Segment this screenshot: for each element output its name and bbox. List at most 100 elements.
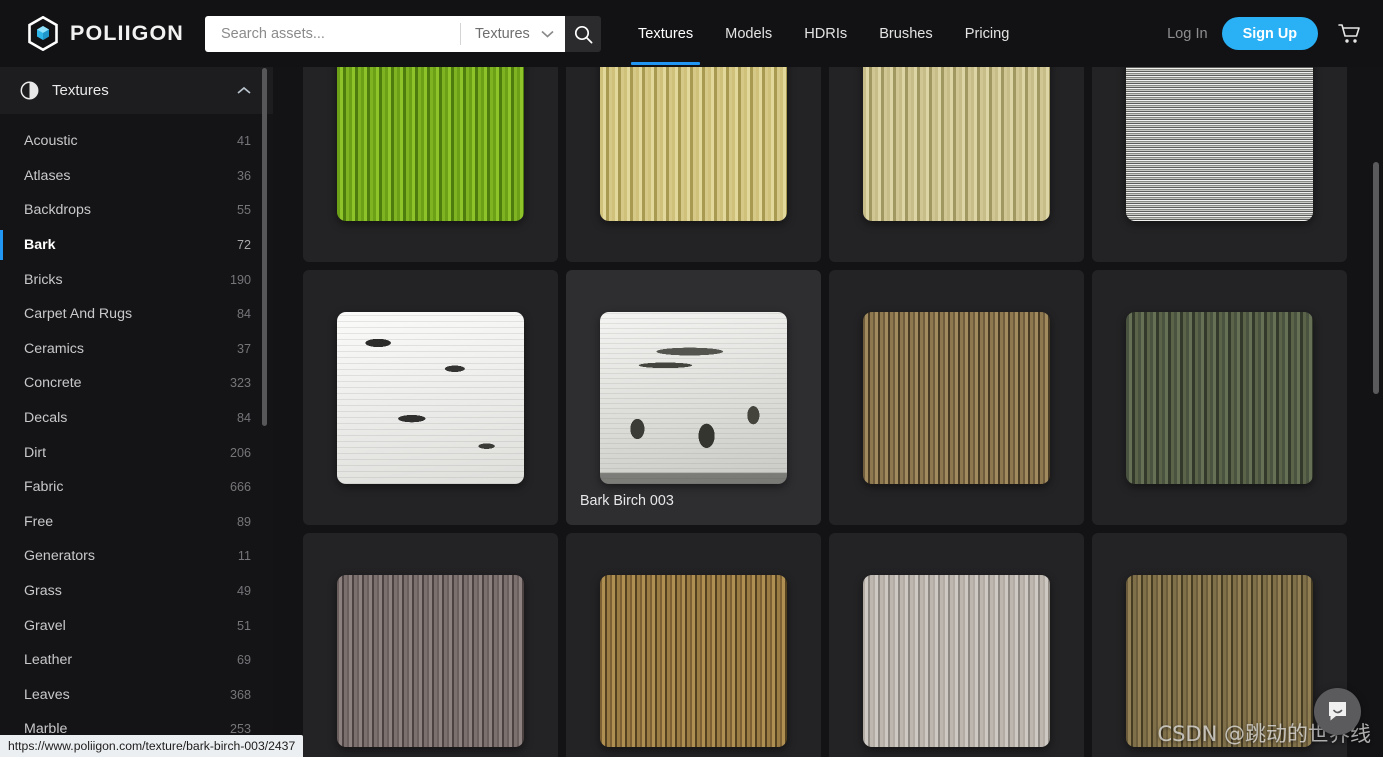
asset-thumbnail (600, 575, 787, 747)
search-input[interactable] (205, 17, 460, 51)
sidebar-item-label: Generators (24, 548, 95, 565)
main-nav: Textures Models HDRIs Brushes Pricing (622, 0, 1025, 67)
nav-label: Models (725, 25, 773, 42)
nav-item-pricing[interactable]: Pricing (949, 0, 1026, 67)
search-category-select[interactable]: Textures (461, 16, 554, 52)
asset-card[interactable] (566, 67, 821, 262)
sidebar-item-concrete[interactable]: Concrete 323 (0, 366, 273, 401)
sidebar-item-count: 666 (229, 480, 251, 495)
half-circle-icon (20, 81, 39, 100)
sidebar-item-label: Concrete (24, 375, 82, 392)
sidebar-item-count: 36 (236, 168, 251, 183)
shopping-cart-icon (1338, 23, 1360, 43)
asset-grid-panel: Bark Birch 003 (273, 67, 1383, 757)
sidebar-item-count: 84 (236, 307, 251, 322)
asset-thumbnail (1126, 312, 1313, 484)
sidebar-item-count: 89 (236, 514, 251, 529)
sidebar-item-decals[interactable]: Decals 84 (0, 401, 273, 436)
sidebar-item-count: 190 (229, 272, 251, 287)
asset-card[interactable] (1092, 533, 1347, 757)
asset-thumbnail (337, 67, 524, 221)
nav-item-models[interactable]: Models (709, 0, 788, 67)
asset-card[interactable] (303, 270, 558, 525)
sidebar-item-fabric[interactable]: Fabric 666 (0, 470, 273, 505)
sidebar-item-acoustic[interactable]: Acoustic 41 (0, 124, 273, 159)
sidebar-item-label: Acoustic (24, 133, 78, 150)
search-submit-button[interactable] (565, 16, 601, 52)
asset-card[interactable] (1092, 67, 1347, 262)
asset-thumbnail (863, 575, 1050, 747)
asset-thumbnail (863, 67, 1050, 221)
sidebar-scrollbar-thumb[interactable] (262, 68, 267, 426)
asset-card[interactable] (1092, 270, 1347, 525)
asset-card[interactable] (303, 533, 558, 757)
header-account-area: Log In Sign Up (1153, 0, 1361, 67)
sidebar-item-count: 41 (236, 134, 251, 149)
sidebar-item-count: 323 (229, 376, 251, 391)
cart-button[interactable] (1338, 23, 1361, 45)
sidebar-item-count: 206 (229, 445, 251, 460)
login-link[interactable]: Log In (1153, 26, 1222, 42)
sidebar-item-label: Free (24, 513, 54, 530)
asset-card[interactable] (303, 67, 558, 262)
sidebar-item-count: 11 (237, 549, 251, 564)
sidebar-item-leaves[interactable]: Leaves 368 (0, 678, 273, 713)
sidebar-item-free[interactable]: Free 89 (0, 505, 273, 540)
sidebar-item-label: Backdrops (24, 202, 92, 219)
asset-card-label: Bark Birch 003 (580, 493, 674, 509)
sidebar-item-label: Atlases (24, 167, 71, 184)
search-icon (574, 25, 592, 43)
asset-card[interactable]: Bark Birch 003 (566, 270, 821, 525)
chevron-down-icon (541, 30, 554, 38)
sidebar-item-count: 84 (236, 411, 251, 426)
asset-thumbnail (1126, 67, 1313, 221)
nav-item-textures[interactable]: Textures (622, 0, 709, 67)
sidebar-item-bark[interactable]: Bark 72 (0, 228, 273, 263)
sidebar-item-label: Dirt (24, 444, 47, 461)
sidebar-item-leather[interactable]: Leather 69 (0, 643, 273, 678)
nav-label: Textures (638, 25, 694, 42)
asset-thumbnail (863, 312, 1050, 484)
sidebar-item-dirt[interactable]: Dirt 206 (0, 435, 273, 470)
asset-card[interactable] (829, 270, 1084, 525)
asset-card[interactable] (829, 533, 1084, 757)
asset-thumbnail (600, 67, 787, 221)
sidebar-item-count: 37 (236, 341, 251, 356)
chat-bubble-smile-icon (1329, 702, 1346, 721)
asset-card[interactable] (566, 533, 821, 757)
sidebar-item-label: Gravel (24, 617, 66, 634)
sidebar-header-textures[interactable]: Textures (0, 67, 273, 114)
hexagon-cube-logo-icon (28, 16, 58, 51)
sidebar-item-count: 72 (236, 238, 251, 253)
nav-item-brushes[interactable]: Brushes (863, 0, 949, 67)
search-box: Textures (205, 16, 565, 52)
sidebar-item-label: Bricks (24, 271, 63, 288)
sidebar-item-label: Leaves (24, 686, 70, 703)
search-category-value: Textures (475, 26, 530, 42)
asset-thumbnail (1126, 575, 1313, 747)
nav-label: Pricing (964, 25, 1010, 42)
sidebar-item-backdrops[interactable]: Backdrops 55 (0, 193, 273, 228)
sidebar-item-bricks[interactable]: Bricks 190 (0, 262, 273, 297)
nav-label: HDRIs (804, 25, 848, 42)
sidebar-item-ceramics[interactable]: Ceramics 37 (0, 332, 273, 367)
nav-item-hdris[interactable]: HDRIs (788, 0, 863, 67)
sidebar-item-generators[interactable]: Generators 11 (0, 539, 273, 574)
sidebar-item-atlases[interactable]: Atlases 36 (0, 159, 273, 194)
sidebar-item-count: 51 (236, 618, 251, 633)
nav-label: Brushes (879, 25, 933, 42)
chat-widget-button[interactable] (1314, 688, 1361, 735)
category-list: Acoustic 41 Atlases 36 Backdrops 55 Bark 72 Bric… (0, 114, 273, 747)
sidebar-item-count: 368 (229, 687, 251, 702)
sidebar-item-label: Decals (24, 410, 68, 427)
sidebar-item-label: Grass (24, 583, 62, 600)
sidebar-item-gravel[interactable]: Gravel 51 (0, 608, 273, 643)
asset-card[interactable] (829, 67, 1084, 262)
status-bar-url: https://www.poliigon.com/texture/bark-bi… (0, 735, 304, 757)
sidebar-item-carpet-and-rugs[interactable]: Carpet And Rugs 84 (0, 297, 273, 332)
page-scrollbar-thumb[interactable] (1373, 162, 1379, 394)
brand-logo[interactable]: POLIIGON (27, 16, 197, 51)
asset-thumbnail (600, 312, 787, 484)
signup-button[interactable]: Sign Up (1221, 17, 1318, 50)
sidebar-item-grass[interactable]: Grass 49 (0, 574, 273, 609)
